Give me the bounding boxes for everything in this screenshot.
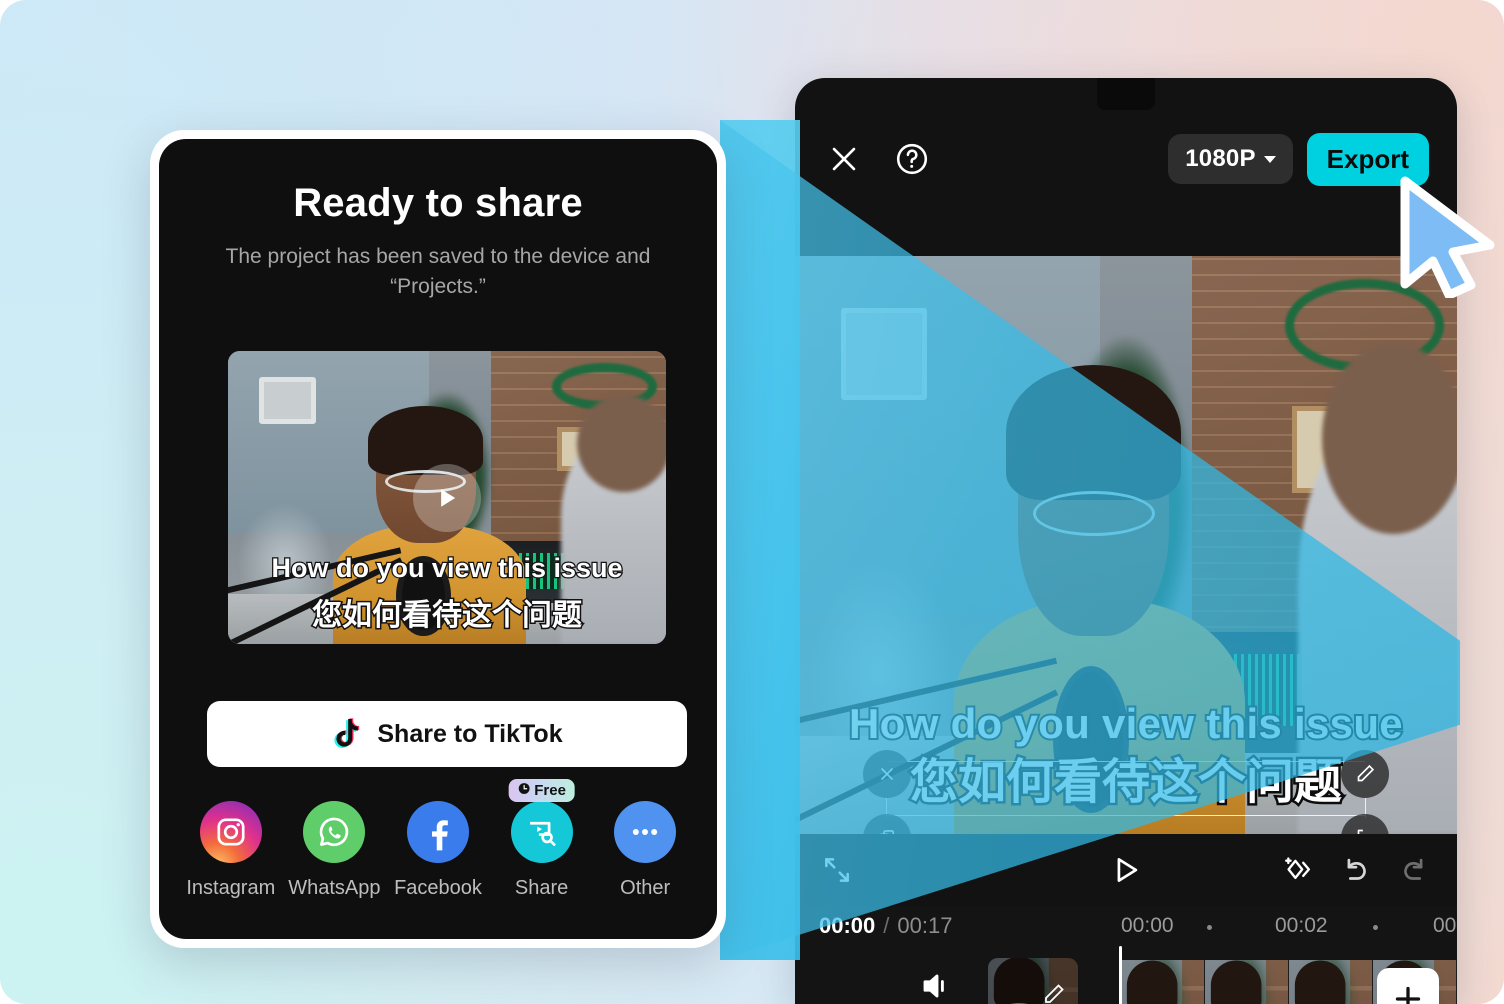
redo-icon[interactable]: [1397, 853, 1431, 887]
pencil-icon: [1042, 982, 1066, 1004]
share-app-facebook[interactable]: Facebook: [386, 801, 490, 900]
share-app-whatsapp[interactable]: WhatsApp: [283, 801, 387, 900]
share-video-search-icon: [510, 801, 573, 863]
share-video-thumbnail[interactable]: How do you view this issue 您如何看待这个问题: [228, 351, 666, 644]
instagram-icon: [199, 801, 262, 863]
share-screen: Ready to share The project has been save…: [159, 139, 717, 939]
thumbnail-subtitle-en: How do you view this issue: [270, 552, 624, 585]
ruler-dot-2: [1373, 925, 1378, 930]
share-app-other[interactable]: Other: [593, 801, 697, 900]
ruler-dot-1: [1207, 925, 1212, 930]
resolution-selector[interactable]: 1080P: [1168, 134, 1293, 184]
share-app-label: Facebook: [394, 877, 482, 899]
share-app-label: Share: [514, 877, 569, 899]
free-badge: Free: [508, 779, 575, 802]
page-description: The project has been saved to the device…: [225, 245, 651, 298]
timeline-header: 00:00 / 00:17 00:00 00:02 00: [795, 906, 1457, 946]
resolution-value: 1080P: [1185, 145, 1256, 172]
timeline-tracks: Mute clip audio Cover: [795, 946, 1457, 1004]
ruler-tick-1: 00:02: [1275, 914, 1328, 937]
subtitle-text-en: How do you view this issue: [847, 699, 1405, 747]
background-canvas: 1080P Export How do you view this issue …: [0, 0, 1504, 1004]
share-app-instagram[interactable]: Instagram: [179, 801, 283, 900]
play-icon[interactable]: [1109, 853, 1143, 887]
page-title: Ready to share: [293, 181, 583, 225]
whatsapp-icon: [303, 801, 366, 863]
subtitle-bbox-top: [887, 760, 1365, 762]
thumbnail-subtitle-zh: 您如何看待这个问题: [311, 598, 584, 634]
clip-thumbnail: [1121, 960, 1205, 1004]
subtitle-delete-handle[interactable]: [863, 749, 911, 798]
ruler-tick-2: 00: [1433, 914, 1457, 937]
share-phone: Ready to share The project has been save…: [150, 130, 726, 948]
keyframe-add-icon[interactable]: [1281, 853, 1315, 887]
share-app-share[interactable]: Free Share: [490, 779, 594, 900]
subtitle-edit-handle[interactable]: [1341, 749, 1389, 798]
close-icon[interactable]: [823, 138, 865, 180]
share-app-label: Instagram: [186, 877, 276, 899]
subtitle-bbox-bottom: [887, 815, 1365, 816]
share-to-tiktok-button[interactable]: Share to TikTok: [207, 701, 687, 767]
add-clip-button[interactable]: [1377, 968, 1439, 1004]
chevron-down-icon: [1263, 155, 1276, 163]
facebook-icon: [406, 801, 469, 863]
share-app-list: Instagram WhatsApp Facebook Free Share O…: [179, 779, 697, 900]
share-to-tiktok-label: Share to TikTok: [377, 719, 563, 748]
video-preview[interactable]: How do you view this issue 您如何看待这个问题: [795, 256, 1457, 834]
mute-clip-audio-button[interactable]: Mute clip audio: [891, 968, 983, 1004]
play-icon[interactable]: [413, 463, 481, 532]
ellipsis-icon: [614, 801, 677, 863]
share-app-label: WhatsApp: [288, 877, 381, 899]
ruler-tick-0: 00:00: [1121, 914, 1174, 937]
export-button[interactable]: Export: [1306, 132, 1429, 186]
editor-toolbar: [795, 834, 1457, 906]
preview-subtitle-group[interactable]: How do you view this issue 您如何看待这个问题: [795, 699, 1457, 834]
clip-thumbnail: [1289, 960, 1373, 1004]
timeline-total-time: 00:17: [897, 913, 953, 938]
share-app-label: Other: [620, 877, 671, 899]
timeline-current-time: 00:00: [819, 913, 876, 938]
help-circle-icon[interactable]: [891, 138, 933, 180]
tiktok-icon: [331, 717, 361, 752]
free-badge-label: Free: [534, 782, 566, 799]
cover-button[interactable]: Cover: [988, 958, 1078, 1004]
timeline-ruler[interactable]: 00:00 00:02 00: [1095, 906, 1457, 946]
timeline-panel: 00:00 / 00:17 00:00 00:02 00: [795, 906, 1457, 1004]
editor-phone: 1080P Export How do you view this issue …: [795, 78, 1457, 1004]
playhead[interactable]: [1119, 946, 1122, 1004]
undo-icon[interactable]: [1339, 853, 1373, 887]
expand-icon[interactable]: [821, 854, 853, 886]
clip-thumbnail: [1205, 960, 1289, 1004]
timeline-separator: /: [883, 913, 890, 938]
clock-icon: [517, 782, 530, 799]
thumbnail-subtitles: How do you view this issue 您如何看待这个问题: [228, 552, 666, 634]
phone-notch: [1097, 78, 1155, 110]
editor-topbar: 1080P Export: [795, 108, 1457, 210]
